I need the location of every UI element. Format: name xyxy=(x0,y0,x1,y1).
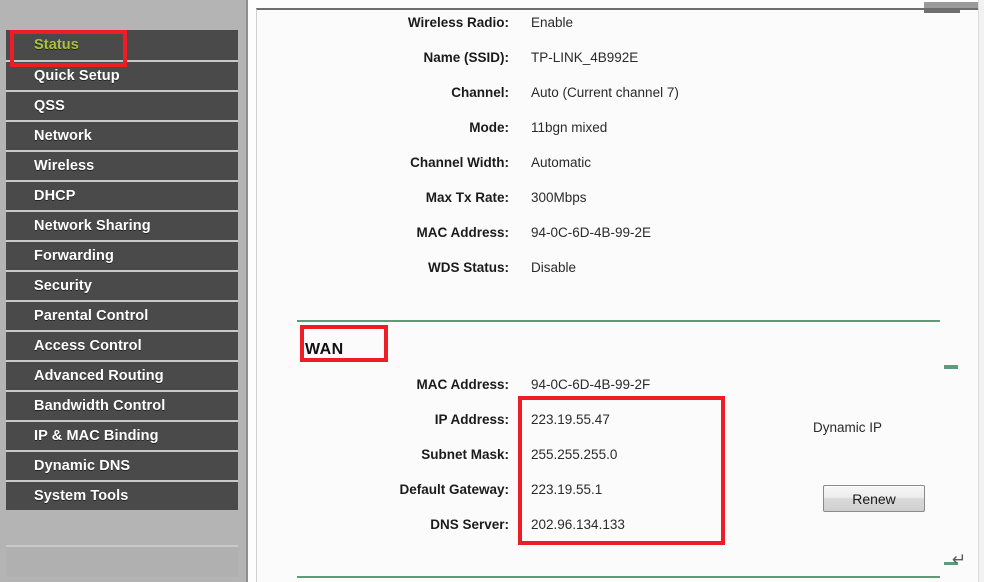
sidebar-item-access-control[interactable]: Access Control xyxy=(6,330,238,360)
annotation-box-status xyxy=(10,30,127,67)
section-divider-bottom xyxy=(297,576,940,578)
sidebar-item-label: QSS xyxy=(34,98,65,114)
sidebar-item-label: Forwarding xyxy=(34,248,114,264)
sidebar-item-label: System Tools xyxy=(34,488,129,504)
sidebar-item-label: IP & MAC Binding xyxy=(34,428,159,444)
status-row-value: 11bgn mixed xyxy=(531,120,608,135)
sidebar-bottom-spacer xyxy=(6,545,238,577)
sidebar-item-label: Advanced Routing xyxy=(34,368,164,384)
sidebar-item-wireless[interactable]: Wireless xyxy=(6,150,238,180)
sidebar-item-label: DHCP xyxy=(34,188,76,204)
top-right-marker-bar-secondary xyxy=(924,9,960,13)
status-row-label: MAC Address: xyxy=(416,225,509,240)
document-right-gutter xyxy=(978,0,984,582)
sidebar-item-dhcp[interactable]: DHCP xyxy=(6,180,238,210)
status-row-label: DNS Server: xyxy=(430,517,509,532)
status-row-label: Subnet Mask: xyxy=(421,447,509,462)
sidebar-item-parental-control[interactable]: Parental Control xyxy=(6,300,238,330)
wan-connection-type: Dynamic IP xyxy=(813,420,883,435)
status-row-value: 300Mbps xyxy=(531,190,587,205)
status-row-value: 94-0C-6D-4B-99-2F xyxy=(531,377,651,392)
status-row: Wireless Radio: Enable xyxy=(257,15,978,39)
sidebar-item-dynamic-dns[interactable]: Dynamic DNS xyxy=(6,450,238,480)
sidebar-top-spacer xyxy=(0,0,246,30)
sidebar-item-ip-mac-binding[interactable]: IP & MAC Binding xyxy=(6,420,238,450)
sidebar-item-label: Access Control xyxy=(34,338,142,354)
status-row-label: Default Gateway: xyxy=(399,482,509,497)
sidebar-menu-list: Status Quick Setup QSS Network Wireless DHCP N… xyxy=(6,30,238,510)
sidebar-item-label: Network xyxy=(34,128,92,144)
sidebar-item-label: Security xyxy=(34,278,93,294)
status-row-value: Auto (Current channel 7) xyxy=(531,85,679,100)
sidebar-item-system-tools[interactable]: System Tools xyxy=(6,480,238,510)
renew-button[interactable]: Renew xyxy=(823,485,925,512)
status-row-value: Disable xyxy=(531,260,577,275)
sidebar-item-label: Quick Setup xyxy=(34,68,120,84)
annotation-box-wan-heading xyxy=(300,325,388,362)
sidebar-item-security[interactable]: Security xyxy=(6,270,238,300)
status-row-label: Mode: xyxy=(469,120,509,135)
screenshot-root: Status Quick Setup QSS Network Wireless DHCP N… xyxy=(0,0,984,582)
status-row: Channel: Auto (Current channel 7) xyxy=(257,85,978,109)
sidebar-item-label: Dynamic DNS xyxy=(34,458,131,474)
status-row-value: TP-LINK_4B992E xyxy=(531,50,639,65)
divider-edge-tick-upper xyxy=(944,365,958,369)
sidebar-item-network[interactable]: Network xyxy=(6,120,238,150)
sidebar-item-label: Network Sharing xyxy=(34,218,151,234)
sidebar-item-label: Parental Control xyxy=(34,308,149,324)
status-row-label: Channel: xyxy=(451,85,509,100)
sidebar-item-qss[interactable]: QSS xyxy=(6,90,238,120)
status-row-label: Wireless Radio: xyxy=(407,15,509,30)
status-row: Mode: 11bgn mixed xyxy=(257,120,978,144)
status-row: WDS Status: Disable xyxy=(257,260,978,284)
sidebar-item-label: Wireless xyxy=(34,158,95,174)
status-row-value: Enable xyxy=(531,15,574,30)
sidebar-item-bandwidth-control[interactable]: Bandwidth Control xyxy=(6,390,238,420)
status-row-label: Channel Width: xyxy=(410,155,509,170)
status-row-label: IP Address: xyxy=(434,412,509,427)
section-divider-top xyxy=(297,320,940,322)
sidebar-item-forwarding[interactable]: Forwarding xyxy=(6,240,238,270)
sidebar-navigation: Status Quick Setup QSS Network Wireless DHCP N… xyxy=(0,0,248,582)
sidebar-item-label: Bandwidth Control xyxy=(34,398,166,414)
annotation-box-wan-ip-values xyxy=(518,396,725,545)
paragraph-mark-icon: ↵ xyxy=(952,550,967,570)
status-row-label: Max Tx Rate: xyxy=(425,190,509,205)
sidebar-item-network-sharing[interactable]: Network Sharing xyxy=(6,210,238,240)
status-row-label: MAC Address: xyxy=(416,377,509,392)
status-row-label: Name (SSID): xyxy=(423,50,509,65)
status-row: Channel Width: Automatic xyxy=(257,155,978,179)
sidebar-item-advanced-routing[interactable]: Advanced Routing xyxy=(6,360,238,390)
status-row: Name (SSID): TP-LINK_4B992E xyxy=(257,50,978,74)
status-row: MAC Address: 94-0C-6D-4B-99-2E xyxy=(257,225,978,249)
top-right-marker-bar xyxy=(924,2,978,8)
status-row: Max Tx Rate: 300Mbps xyxy=(257,190,978,214)
status-row-value: 94-0C-6D-4B-99-2E xyxy=(531,225,652,240)
status-row-label: WDS Status: xyxy=(428,260,509,275)
status-row-value: Automatic xyxy=(531,155,592,170)
